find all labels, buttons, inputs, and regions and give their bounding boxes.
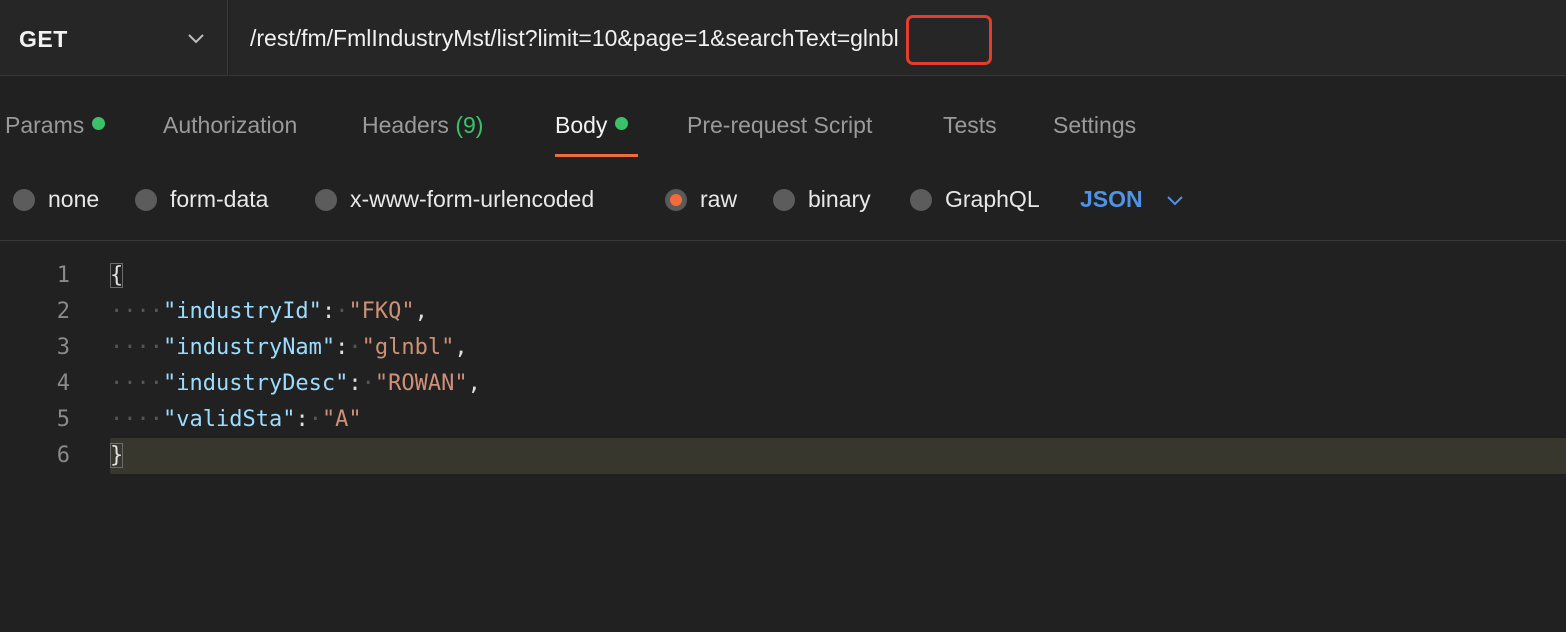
line-code: ····"industryId":·"FKQ",: [110, 299, 428, 324]
radio-label: form-data: [170, 186, 269, 212]
json-comma: ,: [454, 335, 468, 360]
json-key: "validSta": [162, 407, 296, 432]
tab-params[interactable]: Params: [5, 112, 106, 139]
line-number: 6: [56, 443, 70, 468]
json-key: "industryNam": [162, 335, 336, 360]
radio-circle-icon: [315, 188, 337, 211]
highlight-annotation-box: [906, 15, 992, 65]
line-code: }: [110, 438, 124, 474]
radio-label: x-www-form-urlencoded: [350, 186, 595, 212]
status-dot-icon: [92, 117, 106, 130]
request-bar: GET /rest/fm/FmlIndustryMst/list?limit=1…: [0, 0, 1566, 78]
line-number: 5: [56, 407, 70, 432]
radio-binary[interactable]: binary: [773, 186, 871, 213]
radio-label: raw: [700, 186, 738, 212]
radio-graphql[interactable]: GraphQL: [910, 186, 1040, 213]
editor-line: 4 ····"industryDesc":·"ROWAN",: [0, 366, 1566, 402]
line-number: 2: [56, 299, 70, 324]
method-selector[interactable]: GET: [0, 0, 228, 76]
json-key: "industryId": [162, 299, 322, 324]
tab-label: Authorization: [163, 112, 298, 138]
editor-line: 1 {: [0, 258, 1566, 294]
tab-settings[interactable]: Settings: [1053, 112, 1136, 139]
tab-authorization[interactable]: Authorization: [163, 112, 297, 139]
line-code: ····"validSta":·"A": [110, 407, 362, 432]
editor-line: 5 ····"validSta":·"A": [0, 402, 1566, 438]
tab-headers[interactable]: Headers (9): [362, 112, 483, 139]
radio-label: none: [48, 186, 100, 212]
json-value: "FKQ": [348, 299, 415, 324]
editor-line: 3 ····"industryNam":·"glnbl",: [0, 330, 1566, 366]
json-key: "industryDesc": [162, 371, 349, 396]
line-code: ····"industryDesc":·"ROWAN",: [110, 371, 481, 396]
tab-tests[interactable]: Tests: [943, 112, 997, 139]
radio-circle-icon: [773, 188, 795, 211]
tab-label: Settings: [1053, 112, 1137, 138]
line-number: 1: [56, 263, 70, 288]
status-dot-icon: [615, 117, 629, 130]
chevron-down-icon: [1166, 195, 1183, 205]
tab-label: Tests: [943, 112, 997, 138]
radio-circle-icon: [13, 188, 35, 211]
json-comma: ,: [414, 299, 428, 324]
json-value: "glnbl": [361, 335, 455, 360]
radio-circle-icon: [135, 188, 157, 211]
json-comma: ,: [467, 371, 481, 396]
editor-line: 2 ····"industryId":·"FKQ",: [0, 294, 1566, 330]
radio-form-data[interactable]: form-data: [135, 186, 268, 213]
line-code: ····"industryNam":·"glnbl",: [110, 335, 468, 360]
tab-pre-request-script[interactable]: Pre-request Script: [687, 112, 872, 139]
radio-raw[interactable]: raw: [665, 186, 737, 213]
line-code: {: [110, 258, 124, 294]
radio-circle-icon: [910, 188, 932, 211]
radio-none[interactable]: none: [13, 186, 99, 213]
radio-x-www-form-urlencoded[interactable]: x-www-form-urlencoded: [315, 186, 594, 213]
tab-count-badge: (9): [455, 112, 484, 138]
request-tabs: Params Authorization Headers (9) Body Pr…: [0, 100, 1566, 160]
divider: [0, 240, 1566, 241]
url-text: /rest/fm/FmlIndustryMst/list?limit=10&pa…: [250, 25, 899, 51]
active-tab-indicator: [555, 154, 638, 157]
tab-label: Params: [5, 112, 85, 138]
body-type-selector: none form-data x-www-form-urlencoded raw…: [0, 176, 1566, 220]
json-value: "A": [321, 407, 362, 432]
radio-label: binary: [808, 186, 871, 212]
url-input[interactable]: /rest/fm/FmlIndustryMst/list?limit=10&pa…: [229, 0, 1566, 76]
tab-label: Headers: [362, 112, 449, 138]
radio-selected-icon: [665, 188, 687, 211]
language-label: JSON: [1080, 186, 1143, 212]
tab-label: Body: [555, 112, 608, 138]
language-dropdown[interactable]: JSON: [1080, 186, 1185, 213]
code-editor[interactable]: 1 { 2 ····"industryId":·"FKQ", 3 ····"in…: [0, 258, 1566, 632]
method-label: GET: [19, 26, 68, 52]
tab-label: Pre-request Script: [687, 112, 873, 138]
editor-line: 6 }: [0, 438, 1566, 474]
radio-label: GraphQL: [945, 186, 1040, 212]
close-brace: }: [110, 443, 124, 468]
json-value: "ROWAN": [374, 371, 468, 396]
open-brace: {: [110, 263, 124, 288]
tab-body[interactable]: Body: [555, 112, 629, 139]
chevron-down-icon: [188, 34, 204, 44]
line-number: 3: [56, 335, 70, 360]
line-number: 4: [56, 371, 70, 396]
